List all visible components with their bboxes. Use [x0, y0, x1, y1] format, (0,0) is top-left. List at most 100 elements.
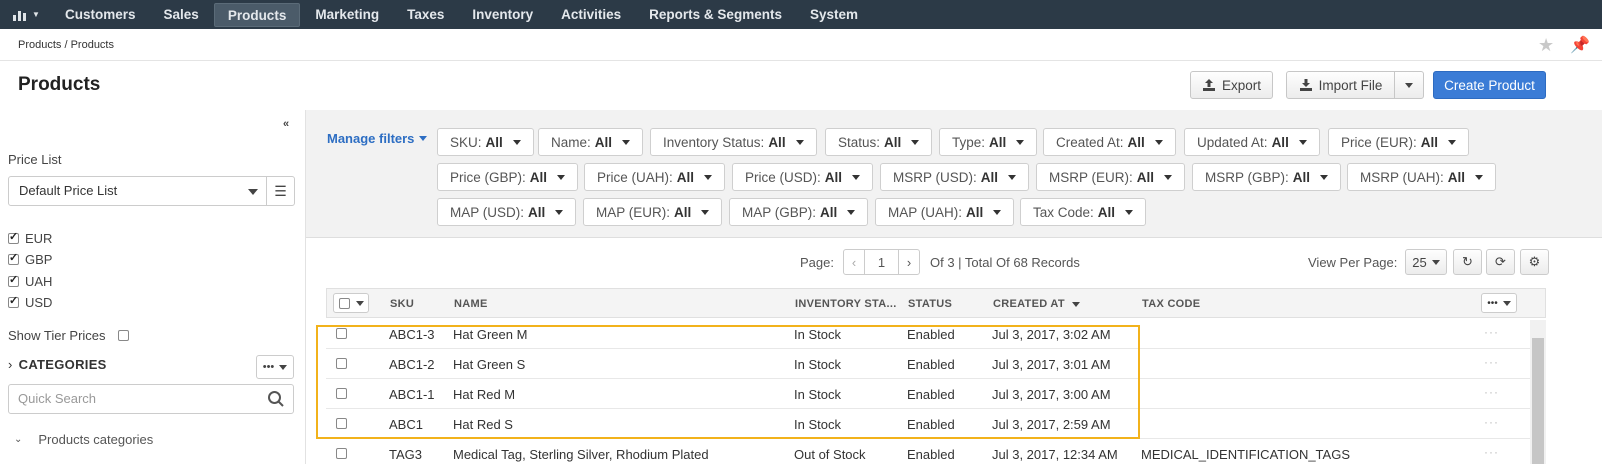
- quick-search-input[interactable]: Quick Search: [8, 384, 294, 414]
- quick-search-placeholder: Quick Search: [18, 391, 97, 406]
- row-actions-button[interactable]: ···: [1484, 445, 1499, 459]
- filter-label: Status:: [838, 134, 881, 150]
- filter-value: All: [674, 204, 692, 220]
- next-page-button[interactable]: ›: [898, 249, 920, 275]
- caret-down-icon: [847, 209, 856, 215]
- filter-chip[interactable]: MAP (GBP): All: [729, 198, 869, 226]
- nav-system[interactable]: System: [797, 3, 871, 27]
- chevron-down-icon: ▼: [32, 10, 40, 19]
- checkbox-uah[interactable]: [8, 273, 19, 287]
- row-actions-button[interactable]: ···: [1484, 415, 1499, 429]
- filter-chip[interactable]: MSRP (USD): All: [880, 163, 1030, 191]
- nav-inventory[interactable]: Inventory: [459, 3, 546, 27]
- filter-chip[interactable]: Type: All: [939, 128, 1038, 156]
- filter-chip[interactable]: Created At: All: [1043, 128, 1176, 156]
- per-page-select[interactable]: 25: [1405, 249, 1447, 275]
- column-tax-code[interactable]: TAX CODE: [1142, 298, 1200, 310]
- filter-chip[interactable]: Name: All: [538, 128, 644, 156]
- pin-icon[interactable]: 📌: [1570, 35, 1590, 55]
- currency-eur[interactable]: EUR: [8, 230, 52, 246]
- filter-label: SKU:: [450, 134, 482, 150]
- sidebar: « Price List Default Price List ☰ EUR GB…: [0, 110, 306, 464]
- per-page-value: 25: [1412, 254, 1427, 270]
- checkbox-usd[interactable]: [8, 294, 19, 308]
- download-icon: [1299, 79, 1312, 91]
- import-file-button[interactable]: Import File: [1286, 71, 1395, 99]
- ellipsis-icon: •••: [262, 361, 275, 373]
- nav-sales[interactable]: Sales: [151, 3, 212, 27]
- filter-chip[interactable]: Tax Code: All: [1020, 198, 1147, 226]
- checkbox-gbp[interactable]: [8, 251, 19, 265]
- currency-label: USD: [25, 295, 53, 310]
- search-icon[interactable]: [267, 390, 285, 408]
- filter-chip[interactable]: Inventory Status: All: [650, 128, 817, 156]
- currency-usd[interactable]: USD: [8, 294, 53, 310]
- import-dropdown-toggle[interactable]: [1394, 71, 1424, 99]
- row-checkbox[interactable]: [336, 448, 347, 459]
- filter-chip[interactable]: Price (EUR): All: [1328, 128, 1470, 156]
- dashboard-menu-button[interactable]: ▼: [0, 0, 52, 29]
- caret-down-icon: [1016, 139, 1025, 145]
- filter-chip[interactable]: Price (USD): All: [732, 163, 874, 191]
- grid-scrollbar[interactable]: [1530, 320, 1546, 464]
- row-actions-button[interactable]: ···: [1484, 325, 1499, 339]
- tree-item-products-categories[interactable]: ⌄ Products categories: [14, 432, 153, 447]
- select-all-checkbox[interactable]: [338, 297, 350, 309]
- nav-reports-segments[interactable]: Reports & Segments: [636, 3, 795, 27]
- table-row[interactable]: TAG3 Medical Tag, Sterling Silver, Rhodiu…: [326, 439, 1530, 464]
- filter-chip[interactable]: Price (GBP): All: [437, 163, 579, 191]
- column-sku[interactable]: SKU: [390, 298, 414, 310]
- nav-activities[interactable]: Activities: [548, 3, 634, 27]
- prev-page-button[interactable]: ‹: [843, 249, 865, 275]
- categories-header[interactable]: › CATEGORIES: [8, 357, 107, 372]
- filter-chip[interactable]: Price (UAH): All: [584, 163, 726, 191]
- filter-chip[interactable]: SKU: All: [437, 128, 534, 156]
- manage-filters-button[interactable]: Manage filters: [327, 131, 428, 146]
- show-tier-prices-checkbox[interactable]: [117, 330, 129, 341]
- select-all-dropdown[interactable]: [333, 293, 369, 313]
- create-product-button[interactable]: Create Product: [1433, 71, 1546, 99]
- nav-customers[interactable]: Customers: [52, 3, 149, 27]
- column-name[interactable]: NAME: [454, 298, 488, 310]
- nav-products[interactable]: Products: [213, 2, 301, 27]
- filter-label: MSRP (GBP):: [1205, 169, 1289, 185]
- export-button[interactable]: Export: [1190, 71, 1273, 99]
- categories-actions-button[interactable]: •••: [256, 355, 294, 379]
- column-status[interactable]: STATUS: [908, 298, 952, 310]
- grid-settings-button[interactable]: ⚙: [1520, 249, 1549, 275]
- filter-chip[interactable]: MSRP (UAH): All: [1347, 163, 1497, 191]
- price-list-select[interactable]: Default Price List: [8, 176, 267, 206]
- currency-uah[interactable]: UAH: [8, 273, 52, 289]
- nav-marketing[interactable]: Marketing: [302, 3, 392, 27]
- column-inventory-status[interactable]: INVENTORY STA...: [795, 298, 897, 310]
- currency-gbp[interactable]: GBP: [8, 251, 52, 267]
- refresh-button[interactable]: ⟳: [1486, 249, 1515, 275]
- row-actions-button[interactable]: ···: [1484, 385, 1499, 399]
- filter-chip[interactable]: Updated At: All: [1184, 128, 1320, 156]
- star-icon[interactable]: ★: [1538, 35, 1554, 56]
- column-actions-button[interactable]: •••: [1481, 293, 1517, 313]
- caret-down-icon: [1448, 139, 1457, 145]
- column-created-at[interactable]: CREATED AT: [993, 298, 1081, 310]
- filter-chip[interactable]: MAP (EUR): All: [583, 198, 723, 226]
- page-number-input[interactable]: 1: [864, 249, 899, 275]
- filter-chip[interactable]: MSRP (GBP): All: [1192, 163, 1342, 191]
- filter-chip[interactable]: MAP (USD): All: [437, 198, 577, 226]
- scrollbar-thumb[interactable]: [1532, 338, 1544, 464]
- checkbox-eur[interactable]: [8, 230, 19, 244]
- reset-button[interactable]: ↻: [1453, 249, 1482, 275]
- nav-taxes[interactable]: Taxes: [394, 3, 457, 27]
- caret-down-icon: [1154, 139, 1163, 145]
- show-tier-prices-row[interactable]: Show Tier Prices: [8, 328, 129, 343]
- filter-chip[interactable]: MSRP (EUR): All: [1036, 163, 1186, 191]
- filter-chip[interactable]: Status: All: [825, 128, 933, 156]
- row-actions-button[interactable]: ···: [1484, 355, 1499, 369]
- sort-descending-icon: [1072, 302, 1081, 307]
- filter-label: Price (UAH):: [597, 169, 673, 185]
- filter-value: All: [1127, 134, 1145, 150]
- filter-value: All: [529, 169, 548, 185]
- price-list-menu-button[interactable]: ☰: [266, 176, 295, 206]
- collapse-sidebar-icon[interactable]: «: [283, 118, 289, 130]
- filter-chip[interactable]: MAP (UAH): All: [875, 198, 1015, 226]
- filter-value: All: [884, 134, 902, 150]
